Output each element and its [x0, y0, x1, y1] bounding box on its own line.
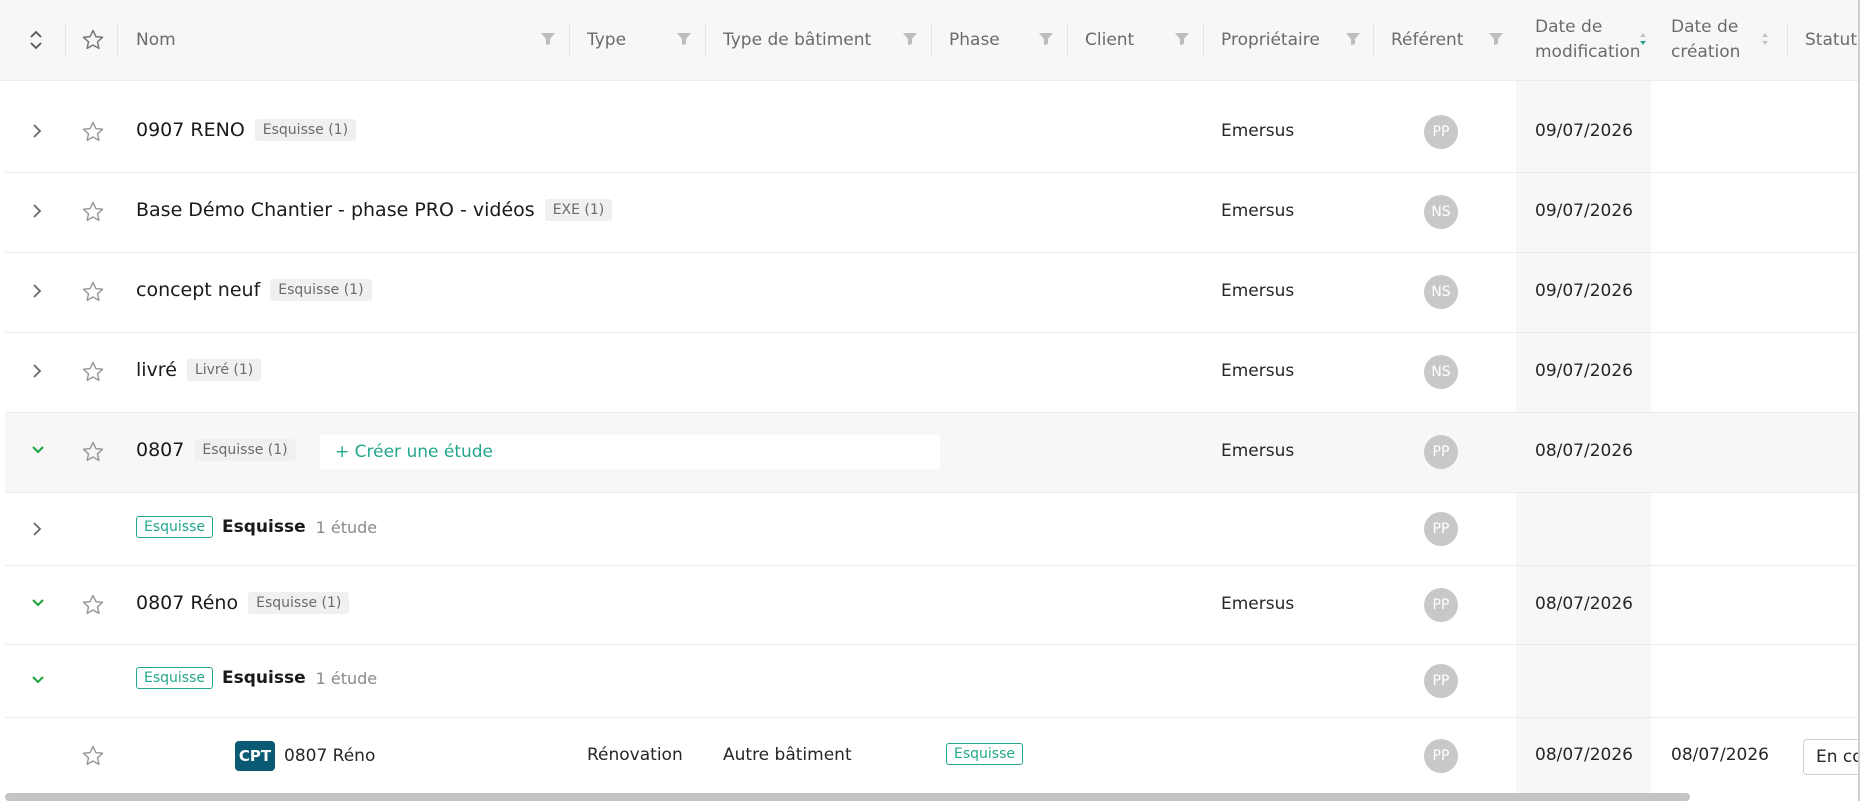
- star-icon[interactable]: [81, 744, 105, 768]
- avatar[interactable]: PP: [1424, 115, 1458, 149]
- phase-count-badge: EXE (1): [544, 199, 613, 221]
- phase-count-badge: Esquisse (1): [194, 439, 296, 461]
- avatar[interactable]: PP: [1424, 664, 1458, 698]
- created-date: 08/07/2026: [1671, 745, 1769, 765]
- owner-cell: Emersus: [1221, 594, 1295, 614]
- modified-date: 09/07/2026: [1535, 121, 1633, 141]
- project-name[interactable]: Base Démo Chantier - phase PRO - vidéos: [136, 199, 535, 221]
- column-header-owner[interactable]: Propriétaire: [1221, 0, 1320, 80]
- favorite-all-star-icon[interactable]: [81, 0, 105, 80]
- filter-client-icon[interactable]: [1174, 32, 1190, 46]
- chevron-down-icon[interactable]: [29, 673, 47, 687]
- owner-cell: Emersus: [1221, 121, 1295, 141]
- table-row[interactable]: concept neuf Esquisse (1) Emersus NS 09/…: [5, 253, 1860, 333]
- column-header-building-type[interactable]: Type de bâtiment: [723, 0, 871, 80]
- column-header-phase[interactable]: Phase: [949, 0, 1000, 80]
- table-row[interactable]: livré Livré (1) Emersus NS 09/07/2026: [5, 333, 1860, 413]
- study-count: 1 étude: [315, 517, 378, 537]
- phase-row[interactable]: Esquisse Esquisse 1 étude PP: [5, 493, 1860, 566]
- star-icon[interactable]: [81, 200, 105, 224]
- chevron-right-icon[interactable]: [31, 201, 43, 221]
- avatar[interactable]: PP: [1424, 512, 1458, 546]
- cpt-badge-icon: CPT: [235, 741, 275, 771]
- type-cell: Rénovation: [587, 745, 683, 765]
- expand-all-icon[interactable]: [28, 0, 44, 80]
- phase-name[interactable]: Esquisse: [222, 668, 306, 688]
- phase-tag: Esquisse: [136, 516, 213, 538]
- avatar[interactable]: NS: [1424, 195, 1458, 229]
- scroll-edge-divider: [1858, 0, 1860, 801]
- status-select[interactable]: En cours: [1803, 739, 1860, 775]
- filter-type-icon[interactable]: [676, 32, 692, 46]
- filter-owner-icon[interactable]: [1345, 32, 1361, 46]
- filter-building-type-icon[interactable]: [902, 32, 918, 46]
- phase-count-badge: Esquisse (1): [254, 119, 357, 141]
- phase-count-badge: Livré (1): [186, 359, 262, 381]
- chevron-right-icon[interactable]: [31, 519, 43, 539]
- star-icon[interactable]: [81, 440, 105, 464]
- owner-cell: Emersus: [1221, 361, 1295, 381]
- modified-date: 08/07/2026: [1535, 745, 1633, 765]
- chevron-right-icon[interactable]: [31, 281, 43, 301]
- table-row[interactable]: 0907 RENO Esquisse (1) Emersus PP 09/07/…: [5, 93, 1860, 173]
- phase-name[interactable]: Esquisse: [222, 517, 306, 537]
- avatar[interactable]: PP: [1424, 435, 1458, 469]
- table-row-expanded[interactable]: 0807 Esquisse (1) + Créer une étude Emer…: [5, 413, 1860, 493]
- study-count: 1 étude: [315, 668, 378, 688]
- modified-date: 08/07/2026: [1535, 594, 1633, 614]
- chevron-right-icon[interactable]: [31, 121, 43, 141]
- owner-cell: Emersus: [1221, 441, 1295, 461]
- table-row[interactable]: Base Démo Chantier - phase PRO - vidéos …: [5, 173, 1860, 253]
- building-type-cell: Autre bâtiment: [723, 745, 852, 765]
- column-header-status[interactable]: Statut d: [1805, 0, 1860, 80]
- chevron-down-icon[interactable]: [29, 443, 47, 457]
- sort-desc-active-icon[interactable]: [1638, 29, 1648, 49]
- study-name[interactable]: 0807 Réno: [284, 746, 375, 766]
- phase-tag: Esquisse: [946, 743, 1023, 765]
- phase-count-badge: Esquisse (1): [248, 592, 350, 614]
- project-name[interactable]: concept neuf: [136, 279, 260, 301]
- column-header-type[interactable]: Type: [587, 0, 626, 80]
- star-icon[interactable]: [81, 360, 105, 384]
- star-icon[interactable]: [81, 593, 105, 617]
- column-header-referent[interactable]: Référent: [1391, 0, 1463, 80]
- project-name[interactable]: 0907 RENO: [136, 119, 245, 141]
- filter-referent-icon[interactable]: [1488, 32, 1504, 46]
- avatar[interactable]: NS: [1424, 275, 1458, 309]
- column-header-client[interactable]: Client: [1085, 0, 1134, 80]
- table-row-expanded[interactable]: 0807 Réno Esquisse (1) Emersus PP 08/07/…: [5, 566, 1860, 645]
- phase-row-expanded[interactable]: Esquisse Esquisse 1 étude PP: [5, 645, 1860, 718]
- projects-table: Nom Type Type de bâtiment Phase Client P…: [0, 0, 1860, 801]
- avatar[interactable]: NS: [1424, 355, 1458, 389]
- column-header-modified[interactable]: Date de modification: [1535, 0, 1641, 80]
- modified-date: 09/07/2026: [1535, 361, 1633, 381]
- project-name[interactable]: 0807 Réno: [136, 592, 238, 614]
- filter-phase-icon[interactable]: [1038, 32, 1054, 46]
- table-header: Nom Type Type de bâtiment Phase Client P…: [0, 0, 1860, 81]
- project-name[interactable]: livré: [136, 359, 177, 381]
- star-icon[interactable]: [81, 280, 105, 304]
- owner-cell: Emersus: [1221, 201, 1295, 221]
- star-icon[interactable]: [81, 120, 105, 144]
- project-name[interactable]: 0807: [136, 439, 184, 461]
- filter-name-icon[interactable]: [540, 32, 556, 46]
- create-study-button[interactable]: + Créer une étude: [320, 435, 940, 469]
- chevron-right-icon[interactable]: [31, 361, 43, 381]
- modified-date: 08/07/2026: [1535, 441, 1633, 461]
- chevron-down-icon[interactable]: [29, 596, 47, 610]
- column-header-name[interactable]: Nom: [136, 0, 176, 80]
- avatar[interactable]: PP: [1424, 739, 1458, 773]
- study-row[interactable]: CPT 0807 Réno Rénovation Autre bâtiment …: [5, 718, 1860, 796]
- phase-tag: Esquisse: [136, 667, 213, 689]
- sort-created-icon[interactable]: [1760, 29, 1770, 49]
- phase-count-badge: Esquisse (1): [270, 279, 372, 301]
- owner-cell: Emersus: [1221, 281, 1295, 301]
- horizontal-scrollbar[interactable]: [5, 793, 1690, 801]
- modified-date: 09/07/2026: [1535, 281, 1633, 301]
- avatar[interactable]: PP: [1424, 588, 1458, 622]
- modified-date: 09/07/2026: [1535, 201, 1633, 221]
- column-header-created[interactable]: Date de création: [1671, 0, 1740, 80]
